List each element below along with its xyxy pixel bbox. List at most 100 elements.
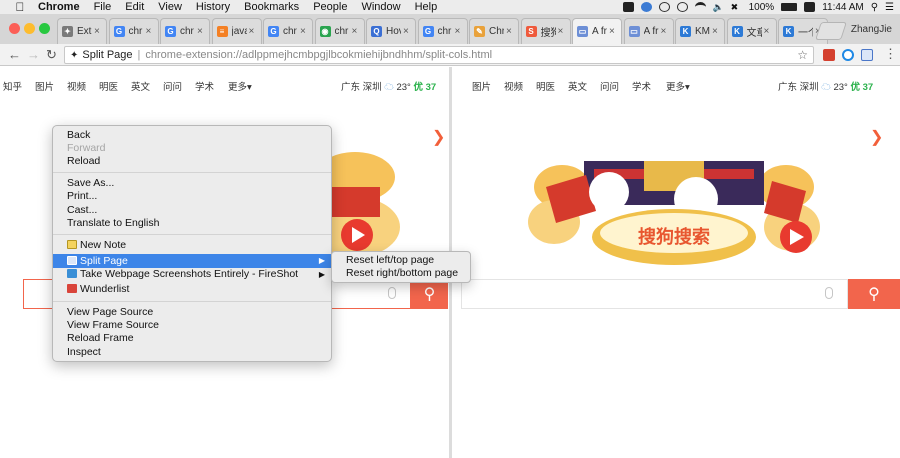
doodle-image[interactable]: 搜狗搜索 <box>524 147 824 272</box>
nav-mingyi[interactable]: 明医 <box>536 79 555 93</box>
apple-icon[interactable]:  <box>10 0 30 14</box>
weather-widget[interactable]: 广东 深圳 ☁ 23° 优 37 <box>778 79 873 93</box>
browser-tab[interactable]: S搜狗× <box>520 18 571 44</box>
close-tab-icon[interactable]: × <box>146 26 154 37</box>
nav-images[interactable]: 图片 <box>472 79 491 93</box>
vpn-icon[interactable] <box>640 2 652 12</box>
menu-view-frame-source[interactable]: View Frame Source <box>53 319 331 332</box>
browser-tab[interactable]: Gchr × <box>263 18 313 44</box>
search-button[interactable]: ⚲ <box>411 279 448 309</box>
menu-people[interactable]: People <box>306 1 354 13</box>
close-window-button[interactable] <box>9 23 20 34</box>
browser-tab[interactable]: K KM × <box>675 18 725 44</box>
profile-name[interactable]: ZhangJie <box>851 24 892 35</box>
weather-widget[interactable]: 广东 深圳 ☁ 23° 优 37 <box>341 79 436 93</box>
nav-wenwen[interactable]: 问问 <box>163 79 182 93</box>
reload-icon[interactable]: ↻ <box>46 47 57 63</box>
close-tab-icon[interactable]: × <box>455 26 463 37</box>
nav-more[interactable]: 更多▾ <box>666 79 690 93</box>
browser-tab[interactable]: Q Hov× <box>366 18 416 44</box>
split-page-extension-icon[interactable] <box>861 49 873 61</box>
close-tab-icon[interactable]: × <box>609 26 617 37</box>
nav-wenwen[interactable]: 问问 <box>600 79 619 93</box>
notification-center-icon[interactable]: ☰ <box>885 2 894 13</box>
lamp-icon[interactable] <box>658 2 670 12</box>
browser-tab[interactable]: Gchr × <box>108 18 159 44</box>
input-source-icon[interactable] <box>804 2 816 12</box>
share-icon[interactable]: ❯ <box>432 127 445 147</box>
menu-edit[interactable]: Edit <box>118 1 151 13</box>
extension-blue-circle-icon[interactable] <box>842 49 854 61</box>
nav-more[interactable]: 更多▾ <box>228 79 252 93</box>
minimize-window-button[interactable] <box>24 23 35 34</box>
nav-academic[interactable]: 学术 <box>195 79 214 93</box>
browser-tab[interactable]: K文章× <box>726 18 777 44</box>
menu-file[interactable]: File <box>87 1 119 13</box>
sync-icon[interactable] <box>676 2 688 12</box>
close-tab-icon[interactable]: × <box>403 26 411 37</box>
spotlight-icon[interactable]: ⚲ <box>871 2 878 13</box>
back-arrow-icon[interactable]: ← <box>8 47 21 62</box>
nav-english[interactable]: 英文 <box>568 79 587 93</box>
bookmark-star-icon[interactable]: ☆ <box>797 48 808 62</box>
close-tab-icon[interactable]: × <box>712 26 720 37</box>
close-tab-icon[interactable]: × <box>300 26 308 37</box>
address-bar[interactable]: ✦ Split Page | chrome-extension://adlppm… <box>64 46 814 64</box>
menu-bookmarks[interactable]: Bookmarks <box>237 1 306 13</box>
browser-tab[interactable]: Gchr × <box>417 18 468 44</box>
record-icon[interactable] <box>622 2 634 12</box>
close-tab-icon[interactable]: × <box>764 26 772 37</box>
volume-icon[interactable]: 🔈 <box>713 2 724 12</box>
menu-cast[interactable]: Cast... <box>53 204 331 217</box>
menu-split-page[interactable]: Split Page ▶ <box>53 254 331 268</box>
url-text[interactable]: chrome-extension://adlppmejhcmbpgjlbcokm… <box>145 49 492 61</box>
search-button[interactable]: ⚲ <box>848 279 900 309</box>
close-tab-icon[interactable]: × <box>558 26 566 37</box>
menu-help[interactable]: Help <box>408 1 445 13</box>
browser-tab[interactable]: ▭ A fr × <box>572 18 622 44</box>
close-tab-icon[interactable]: × <box>249 26 257 37</box>
nav-video[interactable]: 视频 <box>67 79 86 93</box>
nav-zhihu[interactable]: 知乎 <box>3 79 22 93</box>
close-tab-icon[interactable]: × <box>506 26 514 37</box>
clock[interactable]: 11:44 AM <box>822 2 864 13</box>
wifi-icon[interactable] <box>694 2 706 12</box>
menu-chrome[interactable]: Chrome <box>30 1 87 13</box>
nav-video[interactable]: 视频 <box>504 79 523 93</box>
menu-history[interactable]: History <box>189 1 237 13</box>
microphone-icon[interactable] <box>388 287 396 299</box>
menu-print[interactable]: Print... <box>53 190 331 203</box>
extension-red-icon[interactable] <box>823 49 835 61</box>
chrome-menu-icon[interactable]: ⋮ <box>884 46 897 62</box>
search-input[interactable] <box>461 279 848 309</box>
close-tab-icon[interactable]: × <box>197 26 205 37</box>
browser-tab[interactable]: ✎ Chr × <box>469 18 519 44</box>
browser-tab[interactable]: ✦ Ext × <box>57 18 107 44</box>
menu-reload[interactable]: Reload <box>53 155 331 168</box>
menu-back[interactable]: Back <box>53 129 331 142</box>
menu-new-note[interactable]: New Note <box>53 239 331 252</box>
menu-window[interactable]: Window <box>354 1 407 13</box>
menu-reset-left-top[interactable]: Reset left/top page <box>346 254 434 267</box>
close-tab-icon[interactable]: × <box>661 26 669 37</box>
new-tab-button[interactable] <box>815 22 847 40</box>
menu-reload-frame[interactable]: Reload Frame <box>53 332 331 345</box>
nav-english[interactable]: 英文 <box>131 79 150 93</box>
share-icon[interactable]: ❯ <box>870 127 883 147</box>
browser-tab[interactable]: Gchr × <box>160 18 210 44</box>
close-tab-icon[interactable]: × <box>352 26 360 37</box>
menu-wunderlist[interactable]: Wunderlist <box>53 283 331 296</box>
menu-reset-right-bottom[interactable]: Reset right/bottom page <box>346 267 458 280</box>
microphone-icon[interactable] <box>825 287 833 299</box>
browser-tab[interactable]: ◉ chr × <box>314 18 365 44</box>
menu-translate[interactable]: Translate to English <box>53 217 331 230</box>
nav-images[interactable]: 图片 <box>35 79 54 93</box>
battery-icon[interactable] <box>781 3 798 11</box>
menu-fireshot[interactable]: Take Webpage Screenshots Entirely - Fire… <box>53 268 331 281</box>
menu-view[interactable]: View <box>151 1 189 13</box>
bluetooth-icon[interactable]: ✖ <box>731 2 742 12</box>
menu-inspect[interactable]: Inspect <box>53 346 331 359</box>
forward-arrow-icon[interactable]: → <box>27 47 40 62</box>
battery-percent[interactable]: 100% <box>749 2 775 13</box>
nav-academic[interactable]: 学术 <box>632 79 651 93</box>
